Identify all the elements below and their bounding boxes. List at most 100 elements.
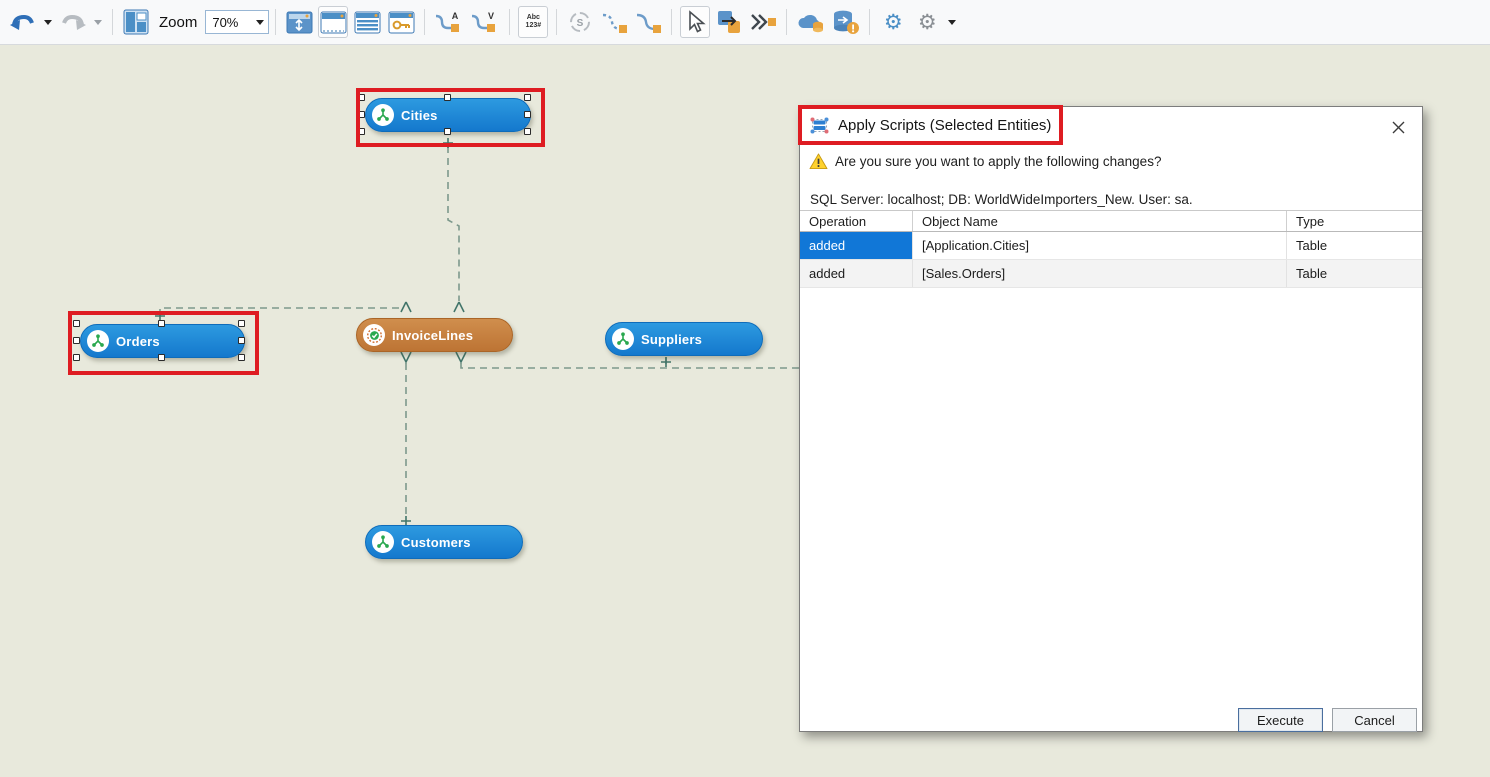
cell-operation[interactable]: added xyxy=(800,260,913,287)
anchor-cross xyxy=(443,138,453,148)
cancel-button[interactable]: Cancel xyxy=(1332,708,1417,732)
diagram-panel-button[interactable] xyxy=(121,6,151,38)
column-header-object-name[interactable]: Object Name xyxy=(913,211,1287,231)
selection-handle[interactable] xyxy=(524,111,531,118)
solid-connector-style-button[interactable] xyxy=(633,6,663,38)
toolbar-separator xyxy=(112,9,113,35)
redo-button[interactable] xyxy=(58,6,88,38)
sort-connectors-asc-button[interactable]: A xyxy=(433,6,465,38)
selection-handle[interactable] xyxy=(444,128,451,135)
toolbar-separator xyxy=(556,9,557,35)
selection-handle[interactable] xyxy=(444,94,451,101)
settings-button[interactable]: ⚙ xyxy=(912,6,942,38)
copy-arrow-icon xyxy=(716,9,742,35)
execute-button[interactable]: Execute xyxy=(1238,708,1323,732)
pointer-tool-button[interactable] xyxy=(680,6,710,38)
connector-sort-asc-icon: A xyxy=(434,10,464,34)
undo-dropdown-caret[interactable] xyxy=(44,20,52,25)
entity-suppliers[interactable]: Suppliers xyxy=(605,322,763,356)
diagram-canvas[interactable]: Cities Orders InvoiceLines Suppliers Cus… xyxy=(0,45,1490,777)
toolbar-separator xyxy=(275,9,276,35)
schema-badge-button[interactable]: S xyxy=(565,6,595,38)
entity-cities[interactable]: Cities xyxy=(365,98,531,132)
undo-icon xyxy=(10,12,36,32)
selection-handle[interactable] xyxy=(358,94,365,101)
selection-handle[interactable] xyxy=(73,354,80,361)
selection-handle[interactable] xyxy=(524,128,531,135)
table-relation-icon xyxy=(612,328,634,350)
zoom-label: Zoom xyxy=(159,14,197,31)
selection-handle[interactable] xyxy=(73,337,80,344)
dialog-close-button[interactable] xyxy=(1388,117,1408,137)
cloud-upload-icon xyxy=(796,10,826,34)
refresh-model-button[interactable]: ⚙ xyxy=(878,6,908,38)
settings-dropdown-caret[interactable] xyxy=(948,20,956,25)
table-row[interactable]: added [Sales.Orders] Table xyxy=(800,260,1422,288)
undo-button[interactable] xyxy=(8,6,38,38)
deploy-database-button[interactable] xyxy=(831,6,861,38)
selection-handle[interactable] xyxy=(238,337,245,344)
cell-operation[interactable]: added xyxy=(800,232,913,259)
dashed-connector-icon xyxy=(600,10,628,34)
warning-icon xyxy=(809,153,828,170)
view-keys-icon xyxy=(388,11,415,34)
connector-invoicelines-suppliers xyxy=(461,363,799,368)
dialog-warning-row: Are you sure you want to apply the follo… xyxy=(809,153,1161,170)
column-header-type[interactable]: Type xyxy=(1287,211,1422,231)
sync-gear-icon: ⚙ xyxy=(884,12,903,33)
selection-handle[interactable] xyxy=(358,111,365,118)
apply-scripts-dialog: Apply Scripts (Selected Entities) Are yo… xyxy=(799,106,1423,732)
zoom-select[interactable]: 70% xyxy=(205,10,269,34)
upload-to-cloud-button[interactable] xyxy=(795,6,827,38)
table-relation-icon xyxy=(87,330,109,352)
view-entity-only-icon xyxy=(320,11,347,34)
show-datatypes-button[interactable]: Abc 123# xyxy=(518,6,548,38)
selection-handle[interactable] xyxy=(238,320,245,327)
entity-customers[interactable]: Customers xyxy=(365,525,523,559)
view-attributes-button[interactable] xyxy=(352,6,382,38)
svg-text:A: A xyxy=(452,11,459,21)
table-relation-icon xyxy=(372,531,394,553)
dialog-titlebar: Apply Scripts (Selected Entities) xyxy=(809,116,1051,135)
view-collapsed-button[interactable] xyxy=(284,6,314,38)
selection-handle[interactable] xyxy=(158,320,165,327)
view-keys-button[interactable] xyxy=(386,6,416,38)
table-relation-icon xyxy=(372,104,394,126)
connector-sort-desc-icon: V xyxy=(470,10,500,34)
server-info-text: SQL Server: localhost; DB: WorldWideImpo… xyxy=(810,192,1193,207)
dashed-connector-style-button[interactable] xyxy=(599,6,629,38)
view-check-icon xyxy=(363,324,385,346)
dialog-warning-text: Are you sure you want to apply the follo… xyxy=(835,154,1161,169)
cell-type[interactable]: Table xyxy=(1287,260,1422,287)
arrowhead-up xyxy=(454,302,464,312)
dialog-title: Apply Scripts (Selected Entities) xyxy=(838,117,1051,134)
selection-handle[interactable] xyxy=(158,354,165,361)
copy-entity-button[interactable] xyxy=(714,6,744,38)
selection-handle[interactable] xyxy=(358,128,365,135)
zoom-value: 70% xyxy=(212,15,238,30)
entity-orders[interactable]: Orders xyxy=(80,324,245,358)
column-header-operation[interactable]: Operation xyxy=(800,211,913,231)
entity-label: InvoiceLines xyxy=(392,328,473,343)
toolbar-separator xyxy=(869,9,870,35)
merge-entities-button[interactable] xyxy=(748,6,778,38)
cell-object-name[interactable]: [Application.Cities] xyxy=(913,232,1287,259)
selection-handle[interactable] xyxy=(238,354,245,361)
selection-handle[interactable] xyxy=(73,320,80,327)
diagram-panel-icon xyxy=(123,9,149,35)
connector-orders-invoicelines xyxy=(160,308,402,316)
sort-connectors-desc-button[interactable]: V xyxy=(469,6,501,38)
selection-handle[interactable] xyxy=(524,94,531,101)
changes-table: Operation Object Name Type added [Applic… xyxy=(800,210,1422,288)
table-row[interactable]: added [Application.Cities] Table xyxy=(800,232,1422,260)
entity-label: Suppliers xyxy=(641,332,702,347)
connector-cities-invoicelines xyxy=(448,146,459,301)
cell-object-name[interactable]: [Sales.Orders] xyxy=(913,260,1287,287)
svg-text:V: V xyxy=(488,11,494,21)
database-deploy-icon xyxy=(832,9,860,35)
entity-invoicelines[interactable]: InvoiceLines xyxy=(356,318,513,352)
view-entity-only-button[interactable] xyxy=(318,6,348,38)
anchor-cross xyxy=(661,357,671,367)
cell-type[interactable]: Table xyxy=(1287,232,1422,259)
redo-dropdown-caret[interactable] xyxy=(94,20,102,25)
